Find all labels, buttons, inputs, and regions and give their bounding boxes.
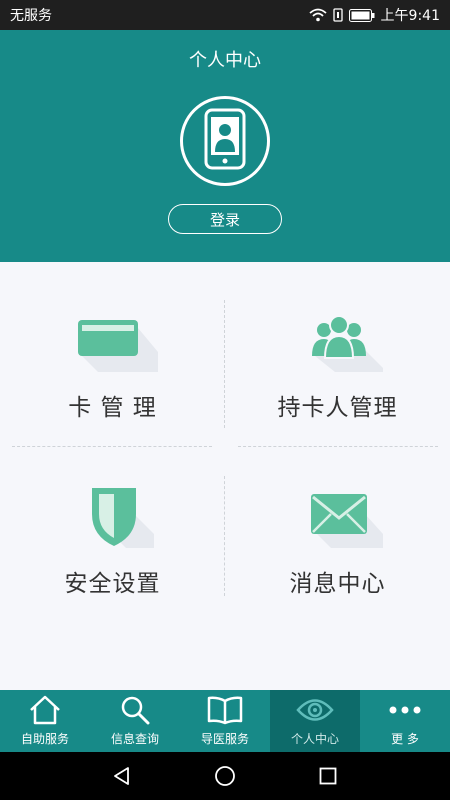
- profile-header: 个人中心 登录: [0, 30, 450, 262]
- card-icon: [68, 308, 158, 372]
- feature-grid: 卡 管 理 持卡人管理 安全设置 消息中心: [0, 262, 450, 690]
- nav-label: 信息查询: [110, 732, 159, 746]
- login-button[interactable]: 登录: [168, 204, 282, 234]
- security-settings-label: 安全设置: [64, 571, 161, 597]
- people-icon: [293, 308, 383, 372]
- bottom-nav: 自助服务 信息查询 导医服务 个人中心 更 多: [0, 690, 450, 752]
- back-icon[interactable]: [102, 756, 142, 796]
- nav-label: 导医服务: [200, 732, 249, 746]
- avatar: [180, 96, 270, 186]
- page-title: 个人中心: [189, 50, 261, 71]
- message-center-label: 消息中心: [289, 571, 386, 597]
- envelope-icon: [293, 484, 383, 548]
- status-bar: 无服务 上午9:41: [0, 0, 450, 30]
- recents-icon[interactable]: [308, 756, 348, 796]
- battery-icon: [348, 8, 375, 22]
- status-icons: 上午9:41: [308, 5, 440, 25]
- wifi-icon: [308, 8, 327, 22]
- shield-icon: [68, 484, 158, 548]
- nav-label: 更 多: [391, 732, 419, 746]
- phone-user-icon: [204, 108, 246, 174]
- nav-more[interactable]: 更 多: [360, 690, 450, 752]
- security-settings-tile[interactable]: 安全设置: [0, 484, 225, 598]
- nav-self-service[interactable]: 自助服务: [0, 690, 90, 752]
- more-icon: [388, 693, 422, 727]
- search-icon: [120, 693, 150, 727]
- home-icon: [28, 693, 62, 727]
- nav-label: 自助服务: [20, 732, 69, 746]
- divider: [238, 446, 438, 447]
- home-button-icon[interactable]: [205, 756, 245, 796]
- card-management-label: 卡 管 理: [68, 395, 157, 421]
- nav-medical-guide[interactable]: 导医服务: [180, 690, 270, 752]
- cardholder-management-tile[interactable]: 持卡人管理: [225, 308, 450, 422]
- nav-label: 个人中心: [290, 732, 339, 746]
- cardholder-management-label: 持卡人管理: [277, 395, 398, 421]
- system-nav: [0, 752, 450, 800]
- sim-icon: [332, 8, 343, 22]
- nav-personal-center[interactable]: 个人中心: [270, 690, 360, 752]
- message-center-tile[interactable]: 消息中心: [225, 484, 450, 598]
- book-icon: [206, 693, 244, 727]
- card-management-tile[interactable]: 卡 管 理: [0, 308, 225, 422]
- clock-text: 上午9:41: [380, 8, 440, 24]
- divider: [12, 446, 212, 447]
- nav-info-query[interactable]: 信息查询: [90, 690, 180, 752]
- eye-icon: [296, 693, 334, 727]
- carrier-text: 无服务: [10, 8, 52, 24]
